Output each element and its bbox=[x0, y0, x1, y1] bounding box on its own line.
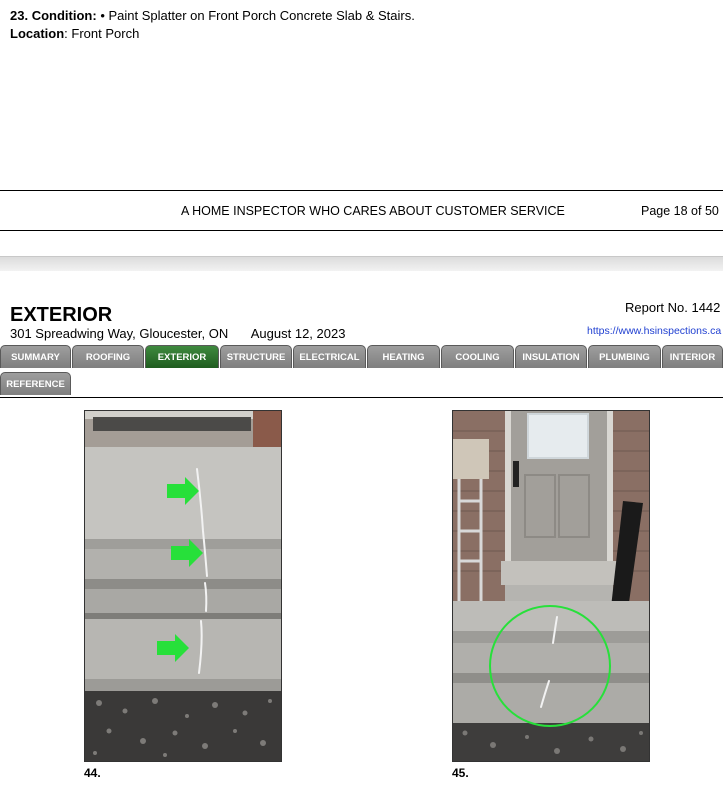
tab-insulation[interactable]: INSULATION bbox=[515, 345, 587, 368]
tab-structure[interactable]: STRUCTURE bbox=[220, 345, 292, 368]
tab-heating[interactable]: HEATING bbox=[367, 345, 440, 368]
tab-electrical[interactable]: ELECTRICAL bbox=[293, 345, 366, 368]
footer-bottom-rule bbox=[0, 230, 723, 231]
tab-cooling[interactable]: COOLING bbox=[441, 345, 514, 368]
porch-stairs-image bbox=[85, 411, 281, 761]
tab-summary[interactable]: SUMMARY bbox=[0, 345, 71, 368]
footer-tagline: A HOME INSPECTOR WHO CARES ABOUT CUSTOME… bbox=[181, 204, 565, 218]
page-break bbox=[0, 256, 723, 271]
condition-text: • Paint Splatter on Front Porch Concrete… bbox=[100, 8, 415, 23]
photo-44 bbox=[84, 410, 282, 762]
tab-plumbing[interactable]: PLUMBING bbox=[588, 345, 661, 368]
photo-caption: 44. bbox=[84, 766, 101, 780]
property-address: 301 Spreadwing Way, Gloucester, ON bbox=[10, 326, 229, 341]
photo-caption: 45. bbox=[452, 766, 469, 780]
location-line: Location: Front Porch bbox=[10, 25, 415, 43]
website-link[interactable]: https://www.hsinspections.ca bbox=[587, 325, 721, 337]
property-address-line: 301 Spreadwing Way, Gloucester, ON Augus… bbox=[10, 326, 345, 341]
front-door-porch-image bbox=[453, 411, 649, 761]
footer-top-rule bbox=[0, 190, 723, 191]
photo-45 bbox=[452, 410, 650, 762]
inspection-date: August 12, 2023 bbox=[250, 326, 346, 341]
tab-reference[interactable]: REFERENCE bbox=[0, 372, 71, 395]
condition-label: Condition: bbox=[31, 8, 97, 23]
page-number: Page 18 of 50 bbox=[641, 204, 719, 218]
location-text: : Front Porch bbox=[64, 26, 140, 41]
condition-line: 23. Condition: • Paint Splatter on Front… bbox=[10, 7, 415, 25]
location-label: Location bbox=[10, 26, 65, 41]
tab-interior[interactable]: INTERIOR bbox=[662, 345, 723, 368]
condition-block: 23. Condition: • Paint Splatter on Front… bbox=[10, 7, 415, 43]
section-title: EXTERIOR bbox=[10, 304, 113, 326]
tab-roofing[interactable]: ROOFING bbox=[72, 345, 144, 368]
tab-exterior[interactable]: EXTERIOR bbox=[145, 345, 219, 368]
report-number: Report No. 1442 bbox=[625, 300, 721, 315]
section-tabs: SUMMARY ROOFING EXTERIOR STRUCTURE ELECT… bbox=[0, 345, 723, 398]
condition-number: 23. bbox=[10, 8, 29, 23]
